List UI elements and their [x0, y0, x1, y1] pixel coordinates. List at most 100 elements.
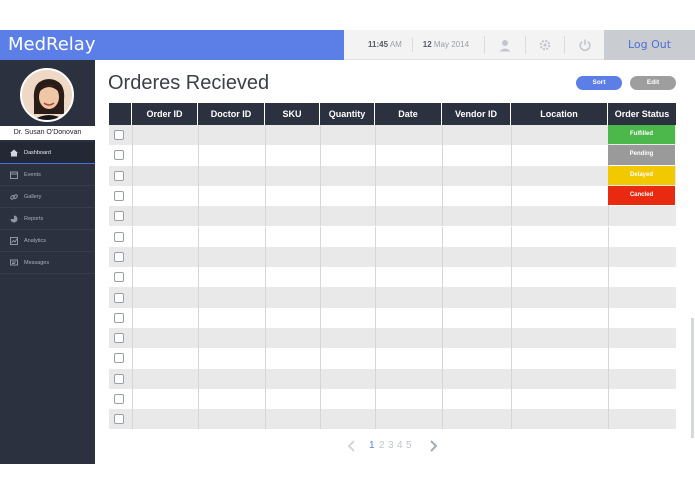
row-checkbox[interactable]	[114, 251, 124, 262]
page-2[interactable]: 2	[379, 437, 385, 455]
column-divider	[511, 409, 512, 430]
column-divider	[198, 206, 199, 227]
edit-button[interactable]: Edit	[630, 76, 676, 90]
column-divider	[132, 246, 133, 268]
column-divider	[375, 165, 376, 186]
pie-icon	[10, 215, 18, 223]
column-divider	[132, 267, 133, 288]
column-divider	[320, 348, 321, 369]
chevron-left-icon[interactable]	[347, 440, 357, 452]
column-divider	[132, 185, 133, 207]
page-3[interactable]: 3	[388, 437, 394, 455]
column-divider	[198, 226, 199, 247]
column-divider	[511, 145, 512, 166]
column-header-location[interactable]: Location	[511, 103, 608, 125]
logout-button[interactable]: Log Out	[604, 30, 695, 60]
column-divider	[198, 388, 199, 410]
column-divider	[511, 328, 512, 349]
row-checkbox[interactable]	[114, 150, 124, 161]
column-divider	[198, 145, 199, 166]
row-checkbox[interactable]	[114, 333, 124, 344]
avatar[interactable]	[20, 68, 74, 122]
divider	[564, 36, 565, 54]
table-row[interactable]	[109, 328, 676, 349]
row-checkbox[interactable]	[114, 191, 124, 202]
column-divider	[442, 246, 443, 268]
table-row[interactable]	[109, 287, 676, 308]
sidebar-item-label: Events	[24, 172, 41, 178]
power-icon[interactable]	[578, 38, 592, 52]
column-divider	[511, 287, 512, 308]
user-icon[interactable]	[498, 38, 512, 52]
column-header-sku[interactable]: SKU	[265, 103, 320, 125]
table-row[interactable]	[109, 206, 676, 227]
table-row[interactable]: Pending	[109, 145, 676, 166]
status-badge: Cancled	[608, 185, 675, 206]
sidebar-item-gallery[interactable]: Gallery	[0, 186, 95, 208]
table-row[interactable]	[109, 409, 676, 430]
column-header-vendor-id[interactable]: Vendor ID	[442, 103, 511, 125]
chevron-right-icon[interactable]	[428, 440, 438, 452]
column-header-date[interactable]: Date	[375, 103, 442, 125]
table-row[interactable]	[109, 368, 676, 389]
table-row[interactable]	[109, 246, 676, 268]
column-divider	[608, 206, 609, 227]
column-divider	[608, 246, 609, 268]
column-divider	[320, 267, 321, 288]
table-row[interactable]: Cancled	[109, 185, 676, 207]
table-row[interactable]	[109, 267, 676, 288]
column-header-quantity[interactable]: Quantity	[320, 103, 375, 125]
table-row[interactable]	[109, 226, 676, 247]
row-checkbox[interactable]	[114, 231, 124, 242]
sidebar-item-analytics[interactable]: Analytics	[0, 230, 95, 252]
column-divider	[198, 267, 199, 288]
clock-ampm: AM	[389, 40, 402, 49]
column-header-doctor-id[interactable]: Doctor ID	[198, 103, 265, 125]
app-root: MedRelay 11:45 AM 12 May 2014 Log Out Dr…	[0, 0, 695, 494]
column-divider	[320, 287, 321, 308]
scrollbar[interactable]	[691, 318, 694, 438]
column-divider	[608, 348, 609, 369]
column-divider	[265, 165, 266, 186]
sidebar-item-messages[interactable]: Messages	[0, 252, 95, 274]
table-row[interactable]	[109, 348, 676, 369]
brand-logo[interactable]: MedRelay	[0, 30, 344, 60]
column-divider	[375, 226, 376, 247]
table-row[interactable]	[109, 307, 676, 328]
table-row[interactable]: Fulfilled	[109, 125, 676, 146]
sidebar-item-dashboard[interactable]: Dashboard	[0, 142, 95, 164]
row-checkbox[interactable]	[114, 373, 124, 384]
row-checkbox[interactable]	[114, 130, 124, 141]
row-checkbox[interactable]	[114, 292, 124, 303]
column-header-order-status[interactable]: Order Status	[608, 103, 676, 125]
column-divider	[132, 388, 133, 410]
column-divider	[375, 388, 376, 410]
column-divider	[442, 287, 443, 308]
column-header-order-id[interactable]: Order ID	[132, 103, 198, 125]
column-header-select[interactable]	[109, 103, 132, 125]
row-checkbox[interactable]	[114, 353, 124, 364]
sidebar-item-label: Gallery	[24, 194, 42, 200]
row-checkbox[interactable]	[114, 394, 124, 405]
sidebar-item-reports[interactable]: Reports	[0, 208, 95, 230]
table-row[interactable]: Delayed	[109, 165, 676, 186]
column-divider	[132, 165, 133, 186]
page-4[interactable]: 4	[397, 437, 403, 455]
divider	[525, 36, 526, 54]
sidebar-item-events[interactable]: Events	[0, 164, 95, 186]
column-divider	[608, 409, 609, 430]
row-checkbox[interactable]	[114, 312, 124, 323]
column-divider	[265, 348, 266, 369]
date-separator	[412, 37, 414, 52]
page-1[interactable]: 1	[369, 437, 375, 455]
gear-icon[interactable]	[538, 38, 552, 52]
row-checkbox[interactable]	[114, 272, 124, 283]
column-divider	[265, 246, 266, 268]
row-checkbox[interactable]	[114, 414, 124, 425]
table-row[interactable]	[109, 388, 676, 410]
page-5[interactable]: 5	[406, 437, 412, 455]
row-checkbox[interactable]	[114, 170, 124, 181]
row-checkbox[interactable]	[114, 211, 124, 222]
sort-button[interactable]: Sort	[576, 76, 622, 90]
status-badge: Pending	[608, 145, 675, 165]
